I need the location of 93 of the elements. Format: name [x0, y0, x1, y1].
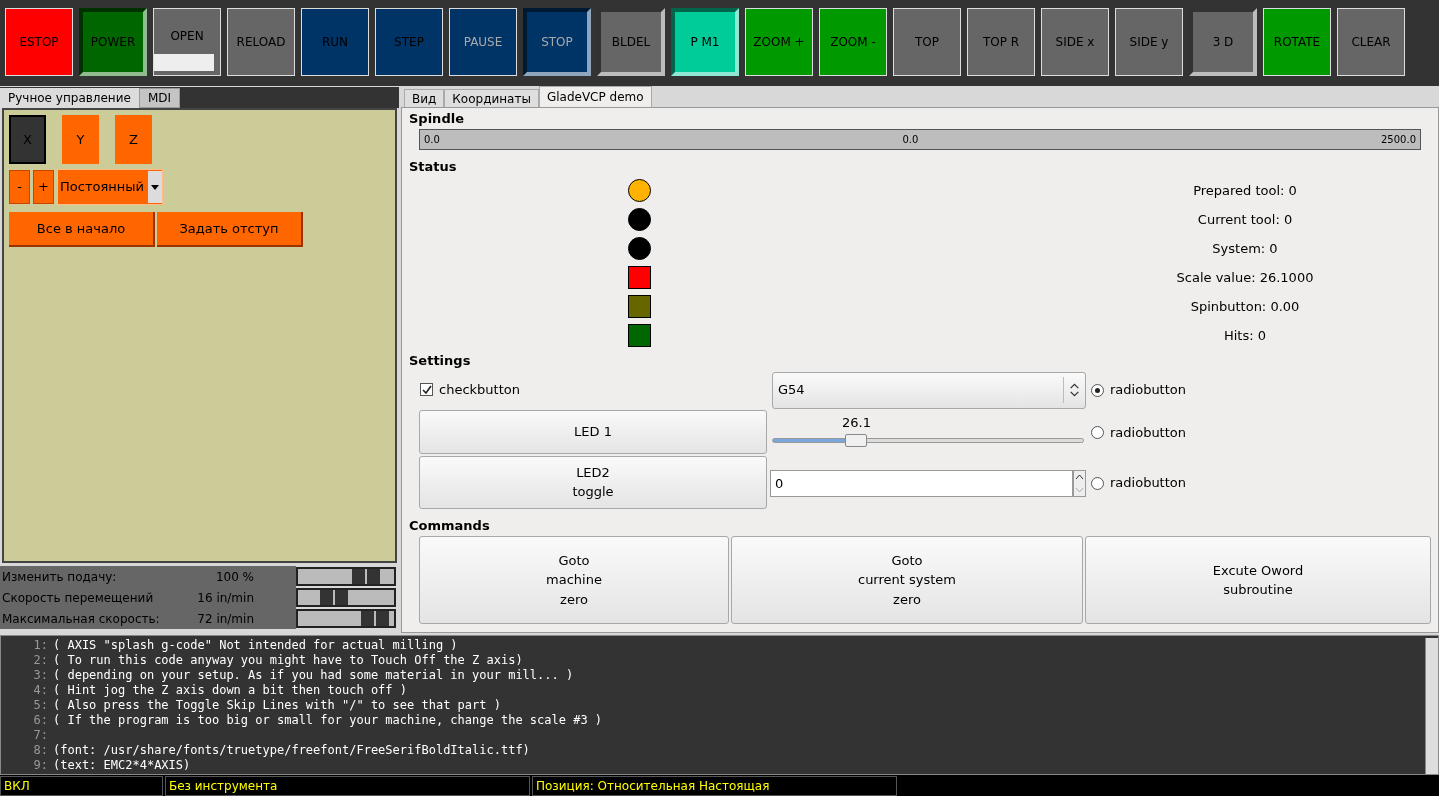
toolbar-button[interactable]: TOP R: [967, 8, 1035, 76]
override-reading: 72 in/min: [196, 610, 255, 628]
command-button[interactable]: Goto machine zero: [419, 536, 729, 624]
status-readout: Spinbutton: 0.00: [1190, 297, 1300, 316]
status-field: ВКЛ: [0, 776, 163, 796]
command-button[interactable]: Excute Oword subroutine: [1085, 536, 1431, 624]
toolbar-button[interactable]: STOP: [523, 8, 591, 76]
status-readout: Scale value: 26.1000: [1176, 268, 1314, 287]
gcode-line: (font: /usr/share/fonts/truetype/freefont/FreeSerifBoldItalic.ttf): [53, 743, 531, 758]
toolbar-button[interactable]: SIDE x: [1041, 8, 1109, 76]
line-number: 9:: [33, 758, 48, 773]
line-number: 1:: [33, 638, 48, 653]
override-label: Максимальная скорость:: [2, 610, 161, 628]
spin-field[interactable]: 0: [770, 469, 1073, 497]
tab[interactable]: Ручное управление: [0, 88, 139, 108]
action-button[interactable]: Все в начало: [9, 212, 155, 247]
line-number: 7:: [33, 728, 48, 743]
progress-strip: [154, 54, 214, 71]
toolbar-button[interactable]: PAUSE: [449, 8, 517, 76]
status-readout: System: 0: [1212, 239, 1278, 258]
tab[interactable]: GladeVCP demo: [538, 86, 652, 107]
override-label: Изменить подачу:: [2, 568, 118, 586]
line-number: 3:: [33, 668, 48, 683]
jog-minus-button[interactable]: -: [9, 170, 30, 204]
section-title: Spindle: [409, 110, 465, 128]
gcode-line: ( AXIS "splash g-code" Not intended for actual milling ): [53, 638, 459, 653]
line-number: 6:: [33, 713, 48, 728]
tab[interactable]: MDI: [138, 88, 181, 108]
slider-thumb[interactable]: [319, 590, 348, 605]
toolbar-button[interactable]: ZOOM +: [745, 8, 813, 76]
tab[interactable]: Вид: [404, 89, 445, 107]
line-number: 8:: [33, 743, 48, 758]
section-title: Commands: [409, 516, 491, 535]
override-reading: 100 %: [214, 568, 255, 586]
status-field: Позиция: Относительная Настоящая: [532, 776, 897, 796]
status-readout: Current tool: 0: [1197, 210, 1293, 229]
toolbar-button[interactable]: ESTOP: [5, 8, 73, 76]
led2-toggle-button[interactable]: LED2 toggle: [419, 455, 767, 509]
status-field: Без инструмента: [165, 776, 530, 796]
action-button[interactable]: Задать отступ: [157, 212, 303, 247]
override-label: Скорость перемещений: [2, 589, 155, 607]
toolbar-button[interactable]: ZOOM -: [819, 8, 887, 76]
slider-thumb[interactable]: [844, 433, 867, 447]
scrollbar[interactable]: [1425, 638, 1438, 774]
override-reading: 16 in/min: [196, 589, 255, 607]
radio-button[interactable]: radiobutton: [1091, 473, 1186, 493]
toolbar-button[interactable]: 3 D: [1189, 8, 1257, 76]
checkbutton[interactable]: checkbutton: [420, 379, 520, 400]
section-title: Settings: [409, 352, 472, 370]
line-number: 2:: [33, 653, 48, 668]
gcode-line: ( To run this code anyway you might have to Touch Off the Z axis): [53, 653, 524, 668]
jog-plus-button[interactable]: +: [33, 170, 54, 204]
gcode-line: (text: EMC2*4*AXIS): [53, 758, 192, 773]
toolbar-button[interactable]: ROTATE: [1263, 8, 1331, 76]
toolbar-button[interactable]: P M1: [671, 8, 739, 76]
checkbox[interactable]: [420, 383, 433, 396]
line-number: 5:: [33, 698, 48, 713]
status-readout: Hits: 0: [1223, 326, 1266, 345]
command-button[interactable]: Goto current system zero: [731, 536, 1083, 624]
led1-button[interactable]: LED 1: [419, 409, 767, 454]
slider[interactable]: [296, 567, 396, 586]
jog-mode-dropdown[interactable]: Постоянный: [57, 169, 163, 205]
scale-slider[interactable]: [772, 437, 1084, 443]
axis-button[interactable]: Z: [115, 115, 152, 164]
status-readout: Prepared tool: 0: [1193, 181, 1297, 200]
toolbar-button[interactable]: BLDEL: [597, 8, 665, 76]
section-title: Status: [409, 157, 458, 176]
radio-button[interactable]: radiobutton: [1091, 422, 1186, 443]
gcode-line: ( depending on your setup. As if you had some material in your mill... ): [53, 668, 575, 683]
slider[interactable]: [296, 609, 396, 628]
slider-thumb[interactable]: [361, 611, 390, 626]
coordinate-combo[interactable]: G54: [772, 371, 1086, 409]
axis-button[interactable]: Y: [62, 115, 99, 164]
toolbar-button[interactable]: TOP: [893, 8, 961, 76]
line-number: 4:: [33, 683, 48, 698]
radio-button[interactable]: radiobutton: [1091, 380, 1186, 400]
toolbar-button[interactable]: RELOAD: [227, 8, 295, 76]
tab[interactable]: Координаты: [444, 89, 539, 107]
slider-thumb[interactable]: [352, 569, 381, 584]
gcode-line: ( Also press the Toggle Skip Lines with "/" to see that part ): [53, 698, 502, 713]
slider[interactable]: [296, 588, 396, 607]
toolbar-button[interactable]: SIDE y: [1115, 8, 1183, 76]
jog-mode-value: Постоянный: [60, 178, 144, 197]
scale-reading: 26.1: [841, 413, 871, 432]
gcode-line: ( Hint jog the Z axis down a bit then touch off ): [53, 683, 408, 698]
caret-icon: [147, 171, 162, 203]
spindle-max: 2500.0: [1381, 132, 1416, 147]
spindle-min: 0.0: [424, 132, 440, 147]
toolbar-button[interactable]: OPEN: [153, 8, 221, 76]
toolbar-button[interactable]: CLEAR: [1337, 8, 1405, 76]
gcode-line: ( If the program is too big or small for your machine, change the scale #3 ): [53, 713, 604, 728]
checkmark-icon: [421, 384, 432, 395]
spindle-value: 0.0: [902, 132, 919, 147]
